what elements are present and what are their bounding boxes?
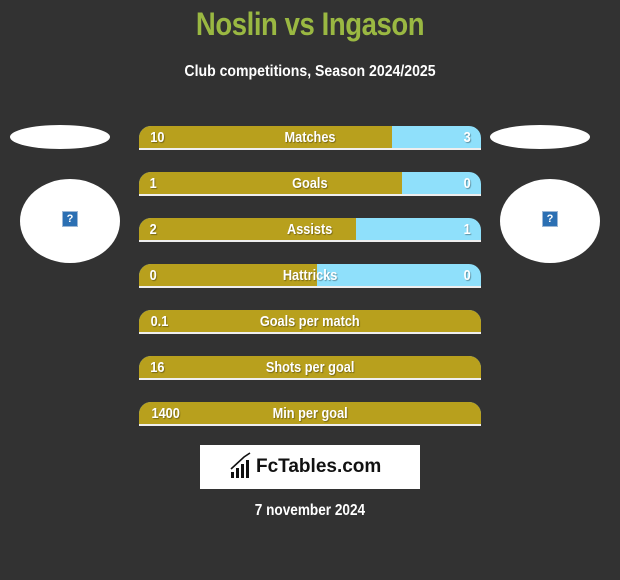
stat-label: Shots per goal [265,359,355,376]
logo-text: FcTables.com [256,456,382,477]
stat-row-goals: 1 Goals 0 [139,172,481,196]
stat-label: Goals per match [260,313,360,330]
right-player-name-badge [490,125,590,149]
stat-label: Hattricks [282,267,338,284]
right-value: 0 [463,267,471,284]
bar-chart-icon [230,452,251,478]
stat-row-hattricks: 0 Hattricks 0 [139,264,481,288]
left-player-avatar[interactable]: ? [20,179,120,263]
right-value: 3 [463,129,471,146]
right-player-avatar[interactable]: ? [500,179,600,263]
stat-row-min-per-goal: 1400 Min per goal [139,402,481,426]
stat-row-assists: 2 Assists 1 [139,218,481,242]
stat-row-shots-per-goal: 16 Shots per goal [139,356,481,380]
date-label: 7 november 2024 [254,502,366,519]
right-value: 0 [463,175,471,192]
left-player-name-badge [10,125,110,149]
page-title: Noslin vs Ingason [195,6,425,42]
competition-subtitle: Club competitions, Season 2024/2025 [184,63,436,80]
stat-label: Min per goal [272,405,348,422]
question-mark-icon: ? [62,211,78,227]
stat-label: Goals [292,175,328,192]
stat-row-goals-per-match: 0.1 Goals per match [139,310,481,334]
stat-label: Matches [284,129,336,146]
stat-label: Assists [287,221,333,238]
right-value: 1 [463,221,471,238]
stat-row-matches: 10 Matches 3 [139,126,481,150]
fctables-logo[interactable]: FcTables.com [200,445,420,489]
question-mark-icon: ? [542,211,558,227]
